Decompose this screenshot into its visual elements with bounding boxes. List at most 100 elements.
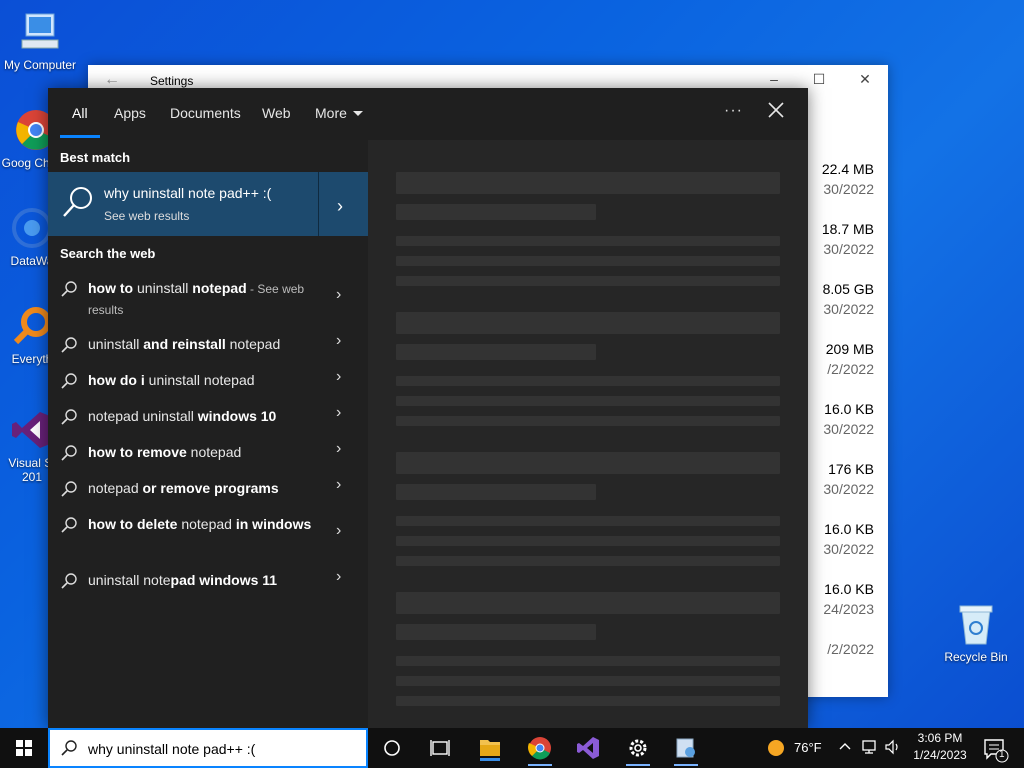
loading-placeholder — [396, 376, 780, 386]
web-result-text: notepad uninstall windows 10 — [88, 408, 277, 424]
web-result[interactable]: notepad uninstall windows 10 › — [48, 404, 368, 430]
weather-temperature: 76°F — [794, 740, 822, 755]
task-view-button[interactable] — [368, 728, 416, 768]
tab-apps[interactable]: Apps — [114, 105, 146, 121]
chevron-right-icon[interactable]: › — [336, 476, 341, 494]
loading-placeholder — [396, 624, 596, 640]
search-icon — [60, 184, 96, 220]
search-icon — [60, 516, 78, 534]
web-result-text: notepad or remove programs — [88, 480, 279, 496]
settings-title: Settings — [150, 74, 194, 88]
network-icon[interactable] — [862, 739, 880, 758]
web-result-text: how do i uninstall notepad — [88, 372, 255, 388]
tab-documents[interactable]: Documents — [170, 105, 241, 121]
loading-placeholder — [396, 676, 780, 686]
open-preview-button[interactable]: › — [318, 172, 368, 236]
chevron-right-icon[interactable]: › — [336, 522, 341, 540]
web-result[interactable]: how to remove notepad › — [48, 440, 368, 466]
chevron-up-icon[interactable] — [838, 739, 852, 756]
loading-placeholder — [396, 236, 780, 246]
taskbar: 76°F 3:06 PM 1/24/2023 1 — [0, 728, 1024, 768]
chevron-right-icon[interactable]: › — [336, 568, 341, 586]
search-input[interactable] — [88, 738, 358, 760]
web-result[interactable]: how do i uninstall notepad › — [48, 368, 368, 394]
web-result[interactable]: how to delete notepad in windows › — [48, 514, 368, 558]
search-icon — [60, 408, 78, 426]
chevron-right-icon[interactable]: › — [336, 440, 341, 458]
best-match-heading: Best match — [60, 150, 131, 165]
loading-placeholder — [396, 556, 780, 566]
web-result[interactable]: notepad or remove programs › — [48, 476, 368, 502]
best-match-result[interactable]: why uninstall note pad++ :( See web resu… — [48, 172, 368, 236]
maximize-icon[interactable]: ☐ — [809, 71, 829, 88]
app-icon — [674, 738, 698, 766]
search-icon — [60, 480, 78, 498]
loading-placeholder — [396, 172, 780, 194]
web-result-text: uninstall and reinstall notepad — [88, 336, 281, 352]
web-result[interactable]: uninstall and reinstall notepad › — [48, 332, 368, 358]
search-web-heading: Search the web — [60, 246, 156, 261]
clock-time: 3:06 PM — [917, 731, 963, 745]
task-switcher-button[interactable] — [416, 728, 464, 768]
preview-pane-loading — [368, 140, 808, 728]
loading-placeholder — [396, 484, 596, 500]
visual-studio-icon — [577, 737, 599, 759]
best-match-main[interactable]: why uninstall note pad++ :( See web resu… — [48, 172, 318, 236]
desktop-icon-label: My Computer — [3, 58, 77, 72]
web-result[interactable]: uninstall notepad windows 11 › — [48, 568, 368, 594]
minimize-icon[interactable]: – — [764, 71, 784, 87]
notification-count: 1 — [999, 749, 1005, 760]
search-icon — [60, 372, 78, 390]
chevron-right-icon: › — [337, 196, 343, 216]
weather-widget[interactable]: 76°F — [764, 728, 830, 768]
taskbar-visual-studio[interactable] — [564, 728, 612, 768]
taskbar-file-explorer[interactable] — [466, 728, 514, 768]
taskbar-search-box[interactable] — [48, 728, 368, 768]
active-tab-indicator — [60, 135, 100, 138]
sun-icon — [768, 740, 784, 756]
volume-icon[interactable] — [884, 739, 902, 758]
loading-placeholder — [396, 516, 780, 526]
chevron-right-icon[interactable]: › — [336, 286, 341, 304]
notification-center-button[interactable]: 1 — [978, 728, 1024, 768]
folder-icon — [480, 740, 500, 761]
tab-web[interactable]: Web — [262, 105, 291, 121]
taskbar-app-misc[interactable] — [662, 728, 710, 768]
loading-placeholder — [396, 312, 780, 334]
computer-icon — [18, 10, 62, 54]
web-result[interactable]: how to uninstall notepad - See web resul… — [48, 278, 368, 322]
clock[interactable]: 3:06 PM 1/24/2023 — [906, 730, 974, 764]
web-result-text: how to uninstall notepad - See web resul… — [88, 280, 305, 317]
search-tabs: All Apps Documents Web More ··· — [48, 88, 808, 140]
recycle-bin-label: Recycle Bin — [944, 650, 1008, 664]
taskbar-chrome[interactable] — [516, 728, 564, 768]
desktop-icon-my-computer[interactable]: My Computer — [0, 10, 80, 72]
chevron-right-icon[interactable]: › — [336, 404, 341, 422]
cortana-circle-icon — [384, 740, 400, 756]
taskbar-settings[interactable] — [614, 728, 662, 768]
loading-placeholder — [396, 536, 780, 546]
close-icon[interactable] — [766, 100, 786, 120]
loading-placeholder — [396, 452, 780, 474]
windows-logo-icon — [16, 740, 32, 756]
desktop-icon-recycle-bin[interactable]: Recycle Bin — [940, 602, 1012, 664]
search-panel: All Apps Documents Web More ··· Best mat… — [48, 88, 808, 728]
close-window-icon[interactable]: ✕ — [855, 71, 875, 88]
chevron-right-icon[interactable]: › — [336, 332, 341, 350]
search-icon — [60, 336, 78, 354]
web-result-text: how to remove notepad — [88, 444, 242, 460]
web-result-text: uninstall notepad windows 11 — [88, 572, 278, 588]
results-list: Best match why uninstall note pad++ :( S… — [48, 140, 368, 728]
more-options-icon[interactable]: ··· — [724, 102, 743, 120]
loading-placeholder — [396, 344, 596, 360]
start-button[interactable] — [0, 728, 48, 768]
notification-icon — [984, 739, 1009, 763]
loading-placeholder — [396, 592, 780, 614]
tab-more[interactable]: More — [315, 105, 363, 121]
back-arrow-icon[interactable]: ← — [104, 71, 120, 89]
loading-placeholder — [396, 656, 780, 666]
loading-placeholder — [396, 276, 780, 286]
chevron-right-icon[interactable]: › — [336, 368, 341, 386]
tab-all[interactable]: All — [72, 105, 88, 121]
clock-date: 1/24/2023 — [913, 748, 967, 762]
